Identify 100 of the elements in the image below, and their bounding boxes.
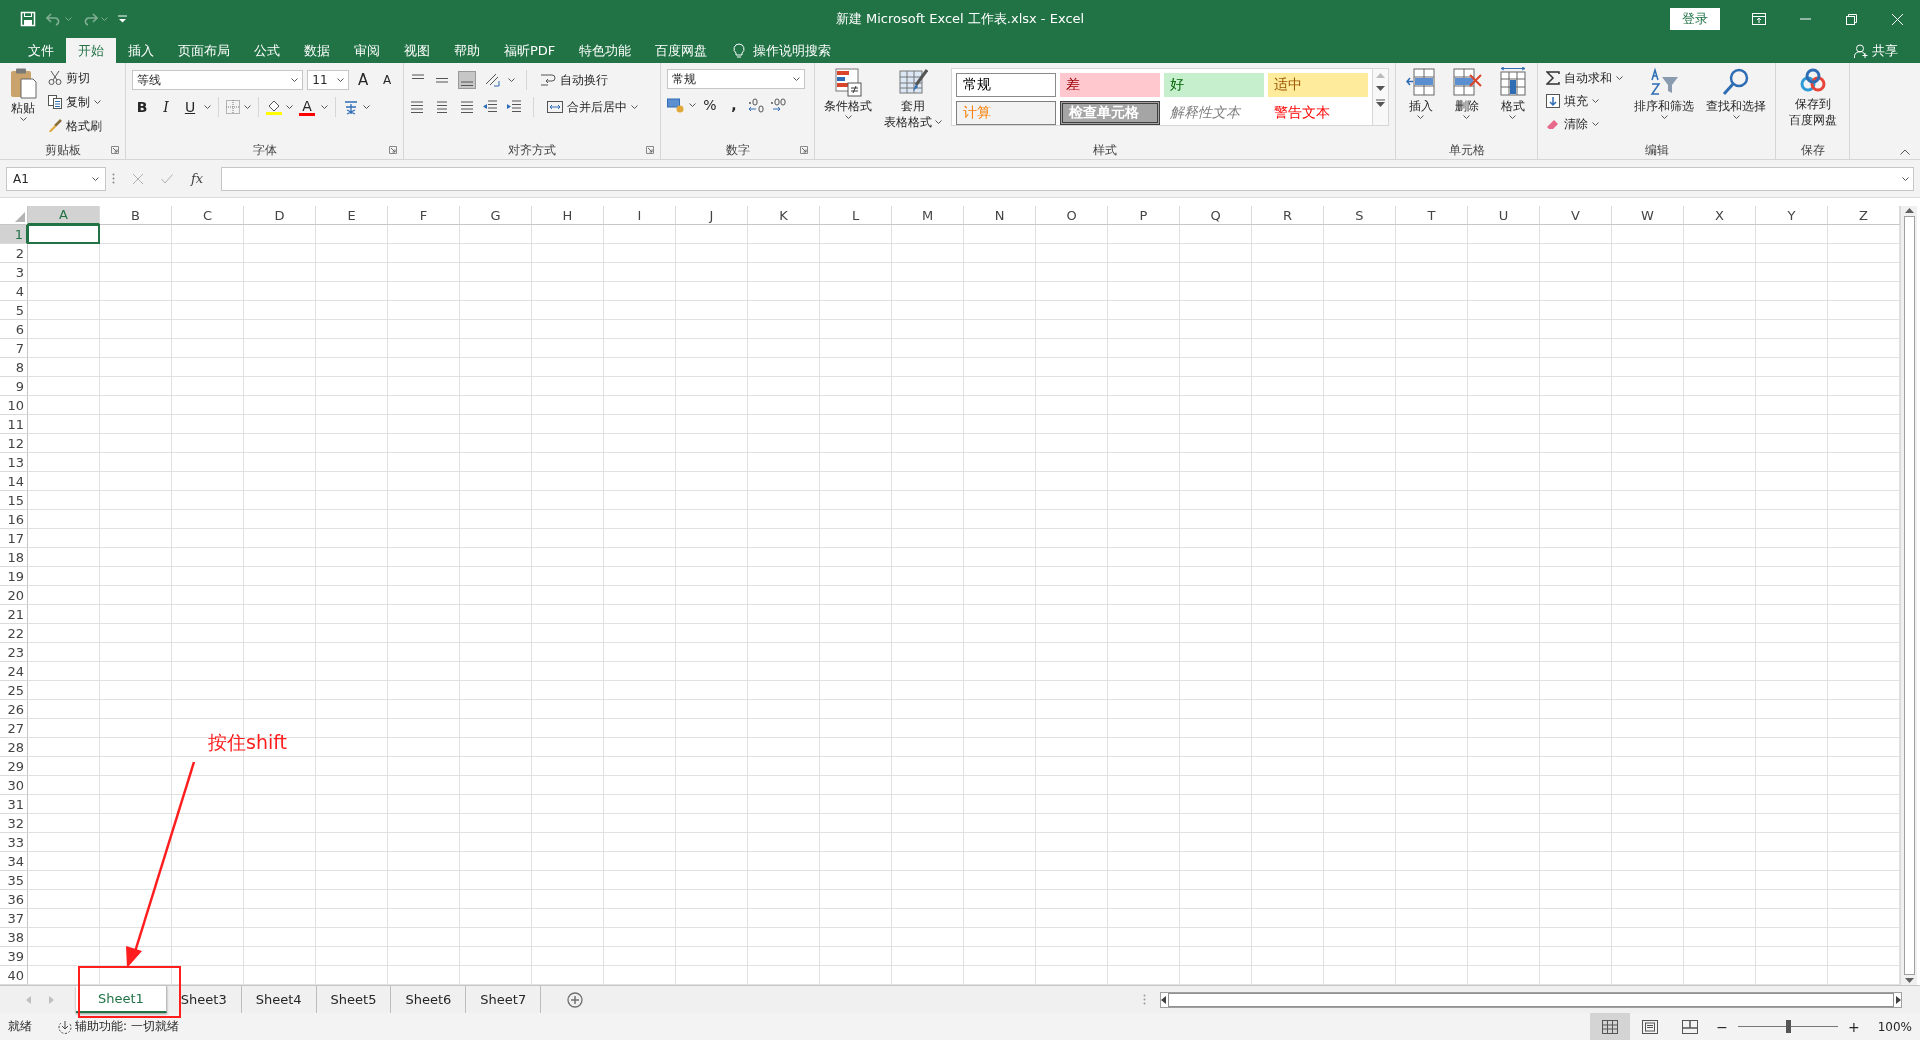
- caret-icon[interactable]: [363, 105, 370, 109]
- table-brush-icon[interactable]: [898, 67, 928, 97]
- comma-button[interactable]: ,: [724, 94, 744, 116]
- scroll-right-icon[interactable]: [1896, 995, 1901, 1004]
- tell-me-search[interactable]: 操作说明搜索: [753, 41, 832, 60]
- row-header[interactable]: 12: [0, 434, 28, 453]
- increase-decimal-icon[interactable]: [748, 97, 766, 113]
- grow-font-button[interactable]: A: [353, 69, 374, 91]
- row-header[interactable]: 29: [0, 757, 28, 776]
- row-header[interactable]: 36: [0, 890, 28, 909]
- page-break-icon[interactable]: [1682, 1019, 1699, 1034]
- caret-icon[interactable]: [1616, 76, 1623, 80]
- fill-button[interactable]: 填充: [1544, 90, 1625, 112]
- ribbon-tab[interactable]: 数据: [292, 38, 342, 63]
- row-header[interactable]: 5: [0, 301, 28, 320]
- font-size-field[interactable]: 11: [307, 70, 350, 90]
- row-header[interactable]: 33: [0, 833, 28, 852]
- cell-style[interactable]: 好: [1164, 73, 1264, 97]
- row-header[interactable]: 28: [0, 738, 28, 757]
- minimize-icon[interactable]: [1799, 18, 1811, 20]
- row-header[interactable]: 39: [0, 947, 28, 966]
- column-header[interactable]: M: [892, 206, 964, 225]
- cell-style[interactable]: 适中: [1268, 73, 1368, 97]
- conditional-format-button[interactable]: 条件格式: [821, 67, 875, 141]
- scissors-icon[interactable]: [48, 71, 62, 85]
- row-header[interactable]: 15: [0, 491, 28, 510]
- ribbon-tab[interactable]: 百度网盘: [643, 38, 720, 63]
- row-header[interactable]: 4: [0, 282, 28, 301]
- fill-down-icon[interactable]: [1546, 94, 1560, 108]
- customize-icon[interactable]: [118, 15, 127, 23]
- sheet-tab[interactable]: Sheet1: [76, 986, 167, 1013]
- add-sheet-icon[interactable]: [567, 991, 584, 1008]
- column-header[interactable]: P: [1108, 206, 1180, 225]
- ribbon-tab[interactable]: 公式: [242, 38, 292, 63]
- decrease-indent-icon[interactable]: [482, 99, 498, 115]
- caret-icon[interactable]: [1660, 115, 1668, 119]
- close-icon[interactable]: [1891, 13, 1903, 25]
- clipboard-icon[interactable]: [9, 67, 37, 99]
- caret-icon[interactable]: [508, 78, 515, 82]
- orientation-icon[interactable]: [484, 72, 500, 88]
- row-header[interactable]: 26: [0, 700, 28, 719]
- caret-icon[interactable]: [244, 105, 251, 109]
- row-header[interactable]: 25: [0, 681, 28, 700]
- row-header[interactable]: 14: [0, 472, 28, 491]
- login-button[interactable]: 登录: [1670, 8, 1720, 30]
- column-header[interactable]: S: [1324, 206, 1396, 225]
- cut-button[interactable]: 剪切: [46, 67, 104, 89]
- format-painter-button[interactable]: 格式刷: [46, 115, 104, 137]
- brush-icon[interactable]: [48, 119, 62, 133]
- caret-icon[interactable]: [286, 105, 293, 109]
- shrink-font-button[interactable]: A: [377, 69, 397, 91]
- person-icon[interactable]: [1854, 43, 1868, 58]
- dialog-launcher-icon[interactable]: [646, 146, 654, 154]
- caret-icon[interactable]: [321, 105, 328, 109]
- row-header[interactable]: 24: [0, 662, 28, 681]
- wrap-text-button[interactable]: 自动换行: [538, 69, 610, 91]
- row-header[interactable]: 31: [0, 795, 28, 814]
- row-header[interactable]: 23: [0, 643, 28, 662]
- caret-icon[interactable]: [92, 176, 99, 181]
- column-header[interactable]: I: [604, 206, 676, 225]
- zoom-in-button[interactable]: +: [1841, 1018, 1866, 1035]
- insert-cells-icon[interactable]: [1405, 67, 1436, 97]
- row-header[interactable]: 18: [0, 548, 28, 567]
- number-format-field[interactable]: 常规: [667, 69, 805, 89]
- percent-button[interactable]: %: [700, 94, 720, 116]
- caret-icon[interactable]: [1592, 122, 1599, 126]
- phonetic-guide-icon[interactable]: [343, 99, 359, 115]
- row-header[interactable]: 2: [0, 244, 28, 263]
- caret-icon[interactable]: [1463, 115, 1470, 119]
- check-icon[interactable]: [161, 173, 173, 184]
- save-icon[interactable]: [20, 11, 36, 27]
- dialog-launcher-icon[interactable]: [111, 146, 119, 154]
- paste-button[interactable]: 粘贴: [6, 67, 40, 141]
- increase-indent-icon[interactable]: [506, 99, 522, 115]
- clear-button[interactable]: 清除: [1544, 113, 1625, 135]
- column-header[interactable]: O: [1036, 206, 1108, 225]
- sigma-icon[interactable]: [1546, 71, 1560, 85]
- find-select-button[interactable]: 查找和选择: [1703, 67, 1769, 141]
- zoom-thumb[interactable]: [1785, 1020, 1791, 1033]
- column-header[interactable]: Z: [1828, 206, 1900, 225]
- row-header[interactable]: 30: [0, 776, 28, 795]
- row-header[interactable]: 37: [0, 909, 28, 928]
- caret-icon[interactable]: [1509, 115, 1516, 119]
- row-header[interactable]: 35: [0, 871, 28, 890]
- row-header[interactable]: 20: [0, 586, 28, 605]
- conditional-format-icon[interactable]: [834, 67, 862, 97]
- copy-icon[interactable]: [48, 95, 62, 109]
- caret-icon[interactable]: [204, 105, 211, 109]
- ribbon-tab[interactable]: 审阅: [342, 38, 392, 63]
- row-header[interactable]: 32: [0, 814, 28, 833]
- fill-color-icon[interactable]: [266, 99, 282, 115]
- scroll-down-icon[interactable]: [1904, 978, 1914, 983]
- caret-icon[interactable]: [337, 78, 345, 82]
- copy-button[interactable]: 复制: [46, 91, 104, 113]
- page-layout-icon[interactable]: [1642, 1019, 1659, 1034]
- row-header[interactable]: 9: [0, 377, 28, 396]
- caret-icon[interactable]: [291, 78, 299, 82]
- column-header[interactable]: R: [1252, 206, 1324, 225]
- sort-filter-icon[interactable]: [1649, 67, 1679, 97]
- ribbon-tab[interactable]: 文件: [16, 38, 66, 63]
